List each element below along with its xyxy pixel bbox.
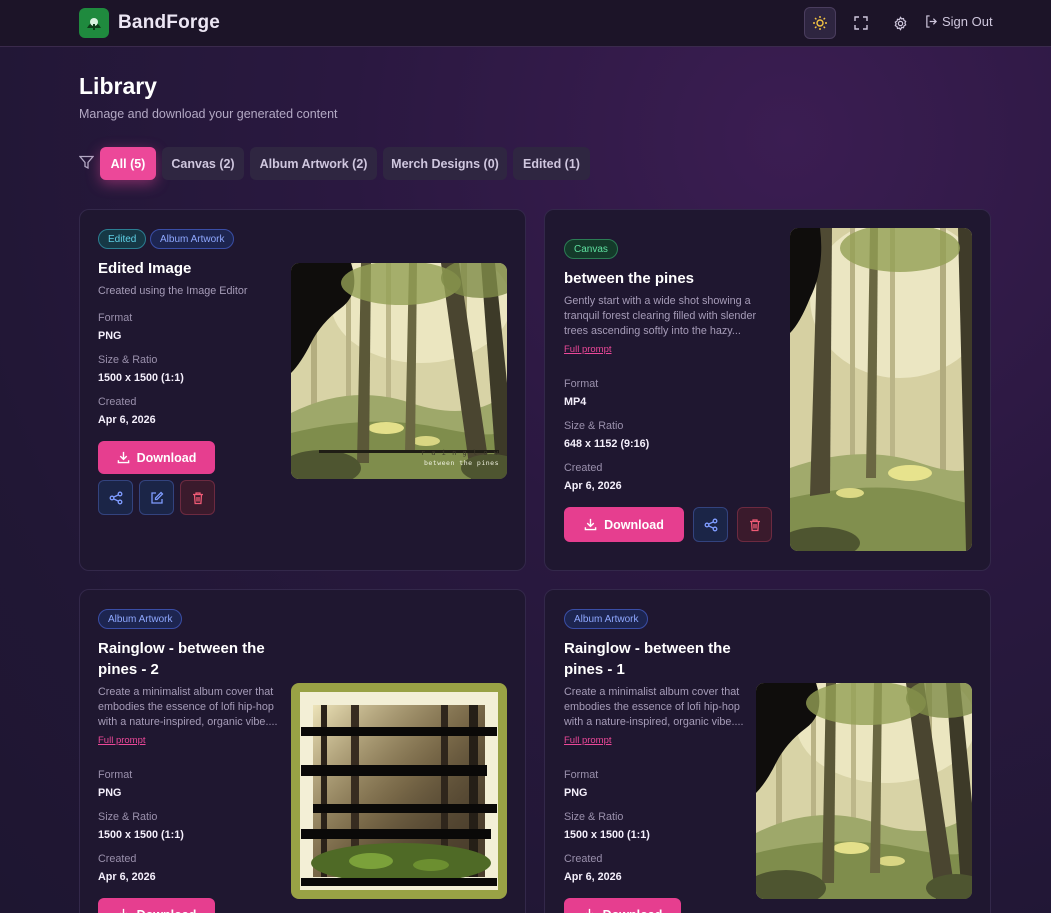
download-icon xyxy=(117,451,129,464)
tab-edited[interactable]: Edited (1) xyxy=(513,147,590,180)
library-card-rainglow-2: Album Artwork Rainglow - between the pin… xyxy=(79,589,526,913)
download-icon xyxy=(585,908,593,913)
brand-logo-icon[interactable] xyxy=(79,8,109,38)
size-value: 648 x 1152 (9:16) xyxy=(564,438,650,450)
card-description: Created using the Image Editor xyxy=(98,285,248,297)
card-description: Gently start with a wide shot showing a … xyxy=(564,295,757,337)
library-card-between-the-pines: Canvas between the pines Gently start wi… xyxy=(544,209,991,571)
format-label: Format xyxy=(564,769,599,781)
format-label: Format xyxy=(98,312,133,324)
tab-all[interactable]: All (5) xyxy=(100,147,156,180)
card-title: Rainglow - between the pines - 1 xyxy=(564,640,731,678)
download-label: Download xyxy=(603,908,663,913)
badge-album-artwork: Album Artwork xyxy=(150,229,235,249)
settings-button[interactable] xyxy=(884,7,916,39)
size-value: 1500 x 1500 (1:1) xyxy=(564,829,650,841)
download-label: Download xyxy=(136,450,197,465)
delete-button[interactable] xyxy=(737,507,772,542)
download-label: Download xyxy=(604,517,664,532)
created-label: Created xyxy=(564,853,603,865)
badge-edited: Edited xyxy=(98,229,147,249)
top-navbar: BandForge Sign Out xyxy=(0,0,1051,47)
delete-button[interactable] xyxy=(180,480,215,515)
full-prompt-link[interactable]: Full prompt xyxy=(564,344,612,355)
trash-icon xyxy=(749,518,760,531)
download-button[interactable]: Download xyxy=(564,507,684,542)
share-icon xyxy=(704,518,717,531)
size-label: Size & Ratio xyxy=(564,420,624,432)
size-label: Size & Ratio xyxy=(98,354,158,366)
filter-icon xyxy=(79,155,94,170)
format-value: PNG xyxy=(564,787,588,799)
trash-icon xyxy=(192,491,203,504)
card-title: Edited Image xyxy=(98,260,192,277)
format-label: Format xyxy=(564,378,599,390)
gear-icon xyxy=(894,15,906,31)
sign-out-label: Sign Out xyxy=(942,14,993,29)
badge-album-artwork: Album Artwork xyxy=(564,609,649,629)
tab-album-artwork[interactable]: Album Artwork (2) xyxy=(250,147,377,180)
artwork-thumbnail[interactable]: r a i n g l o w between the pines xyxy=(291,263,507,479)
thumbnail-title-text: between the pines xyxy=(423,459,499,467)
card-title: between the pines xyxy=(564,270,695,287)
card-title: Rainglow - between the pines - 2 xyxy=(98,640,265,678)
format-value: PNG xyxy=(98,787,122,799)
created-label: Created xyxy=(98,396,137,408)
library-card-edited-image: Edited Album Artwork Edited Image Create… xyxy=(79,209,526,571)
brand-name[interactable]: BandForge xyxy=(118,12,220,34)
canvas-thumbnail[interactable] xyxy=(790,228,972,551)
thumbnail-artist-text: r a i n g l o w xyxy=(420,449,499,457)
theme-toggle-button[interactable] xyxy=(804,7,836,39)
sun-icon xyxy=(813,16,827,30)
sign-out-button[interactable]: Sign Out xyxy=(925,14,993,29)
created-label: Created xyxy=(98,853,137,865)
created-value: Apr 6, 2026 xyxy=(564,480,622,492)
size-value: 1500 x 1500 (1:1) xyxy=(98,829,184,841)
fullscreen-button[interactable] xyxy=(845,7,877,39)
badge-canvas: Canvas xyxy=(564,239,618,259)
created-value: Apr 6, 2026 xyxy=(98,871,156,883)
download-icon xyxy=(119,908,127,913)
tab-canvas[interactable]: Canvas (2) xyxy=(162,147,244,180)
library-card-rainglow-1: Album Artwork Rainglow - between the pin… xyxy=(544,589,991,913)
sign-out-icon xyxy=(926,15,937,28)
artwork-thumbnail[interactable] xyxy=(291,683,507,899)
download-label: Download xyxy=(137,908,197,913)
download-button[interactable]: Download xyxy=(98,441,215,474)
card-description: Create a minimalist album cover that emb… xyxy=(564,686,744,728)
edit-button[interactable] xyxy=(139,480,174,515)
edit-icon xyxy=(150,491,163,504)
badge-album-artwork: Album Artwork xyxy=(98,609,183,629)
created-value: Apr 6, 2026 xyxy=(98,414,156,426)
download-icon xyxy=(584,518,597,531)
card-description: Create a minimalist album cover that emb… xyxy=(98,686,278,728)
download-button[interactable]: Download xyxy=(564,898,681,913)
share-icon xyxy=(109,491,122,504)
artwork-thumbnail[interactable] xyxy=(756,683,972,899)
tab-merch-designs[interactable]: Merch Designs (0) xyxy=(383,147,507,180)
download-button[interactable]: Download xyxy=(98,898,215,913)
format-label: Format xyxy=(98,769,133,781)
size-label: Size & Ratio xyxy=(98,811,158,823)
page-title: Library xyxy=(79,73,157,99)
full-prompt-link[interactable]: Full prompt xyxy=(98,735,146,746)
page-subtitle: Manage and download your generated conte… xyxy=(79,107,338,121)
size-label: Size & Ratio xyxy=(564,811,624,823)
format-value: MP4 xyxy=(564,396,587,408)
share-button[interactable] xyxy=(98,480,133,515)
full-prompt-link[interactable]: Full prompt xyxy=(564,735,612,746)
size-value: 1500 x 1500 (1:1) xyxy=(98,372,184,384)
share-button[interactable] xyxy=(693,507,728,542)
created-value: Apr 6, 2026 xyxy=(564,871,622,883)
format-value: PNG xyxy=(98,330,122,342)
fullscreen-icon xyxy=(854,16,868,30)
created-label: Created xyxy=(564,462,603,474)
